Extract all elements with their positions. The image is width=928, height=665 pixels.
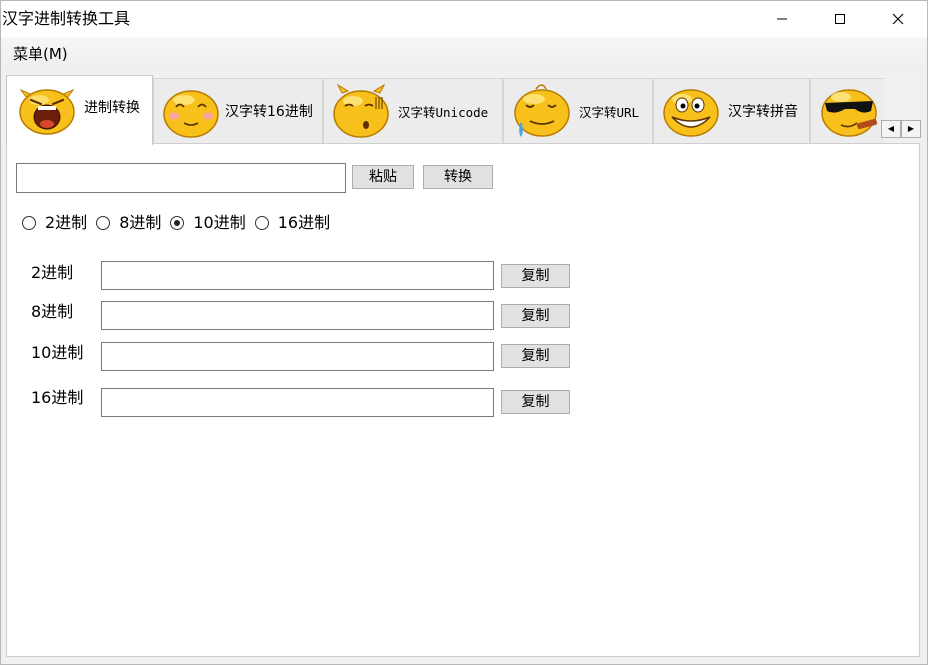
radio-indicator [254,216,269,230]
drooling-face-icon [514,84,570,137]
tab-label: 汉字转URL [579,105,640,120]
hex-label: 16进制 [31,388,84,407]
window-title: 汉字进制转换工具 [2,9,131,28]
tab-strip: 进制转换 汉字转16进制 汉字转Unicode 汉字转URL 汉字转拼音 [6,75,884,145]
decimal-label: 10进制 [31,343,84,362]
tab-label: 进制转换 [84,100,140,116]
app-window: 汉字进制转换工具 菜单(M) 进制转换 汉字转16进制 汉字转Unicode 汉… [0,0,928,665]
tab-hanzi-to-url[interactable]: 汉字转URL [503,78,653,144]
cool-face-icon [821,89,877,137]
radio-indicator [22,216,36,230]
scroll-right-icon: ▶ [907,124,915,133]
grinning-face-icon [663,89,719,137]
tab-label: 汉字转拼音 [728,104,798,120]
title-bar[interactable]: 汉字进制转换工具 [1,1,927,37]
confused-face-icon [333,83,389,138]
decimal-output[interactable] [101,342,494,371]
radio-label: 2进制 [45,213,88,232]
tab-scroll-right-button[interactable]: ▶ [901,120,921,138]
tab-hanzi-to-hex[interactable]: 汉字转16进制 [153,78,323,144]
tab-label: 汉字转Unicode [398,105,489,120]
tab-scroll-left-button[interactable]: ◀ [881,120,901,138]
maximize-button[interactable] [811,1,869,37]
scroll-left-icon: ◀ [887,124,895,133]
binary-label: 2进制 [31,263,74,282]
source-input[interactable] [16,163,346,193]
copy-octal-button[interactable]: 复制 [501,304,570,328]
copy-binary-button[interactable]: 复制 [501,264,570,288]
tab-radix-convert[interactable]: 进制转换 [6,75,153,145]
radio-hex[interactable]: 16进制 [254,213,331,233]
maximize-icon [835,14,845,24]
radio-label: 8进制 [119,213,162,232]
tab-hanzi-to-pinyin[interactable]: 汉字转拼音 [653,78,810,144]
minimize-icon [777,18,787,20]
radio-indicator [96,216,111,230]
radio-label: 16进制 [277,213,331,232]
tab-hanzi-to-unicode[interactable]: 汉字转Unicode [323,78,503,144]
convert-button[interactable]: 转换 [423,165,493,189]
angry-face-icon [19,88,75,135]
paste-button[interactable]: 粘贴 [352,165,414,189]
blushing-face-icon [163,90,219,138]
tab-scroll-buttons: ◀ ▶ [881,120,921,138]
radio-octal[interactable]: 8进制 [96,213,161,233]
octal-label: 8进制 [31,302,74,321]
copy-decimal-button[interactable]: 复制 [501,344,570,368]
radix-radio-group: 2进制 8进制 10进制 16进制 [22,213,339,233]
menu-main[interactable]: 菜单(M) [13,45,68,63]
hex-output[interactable] [101,388,494,417]
close-button[interactable] [869,1,927,37]
tab-label: 汉字转16进制 [225,104,313,120]
radio-decimal[interactable]: 10进制 [170,213,246,233]
radio-binary[interactable]: 2进制 [22,213,87,233]
tab-panel: 粘贴 转换 2进制 8进制 10进制 16进制 2进制 复制 8进制 复制 10… [6,143,920,657]
copy-hex-button[interactable]: 复制 [501,390,570,414]
binary-output[interactable] [101,261,494,290]
radio-indicator [170,216,185,230]
tab-extra[interactable] [810,78,884,144]
octal-output[interactable] [101,301,494,330]
radio-label: 10进制 [193,213,246,232]
minimize-button[interactable] [753,1,811,37]
menu-bar: 菜单(M) [1,37,927,71]
close-icon [892,13,904,25]
